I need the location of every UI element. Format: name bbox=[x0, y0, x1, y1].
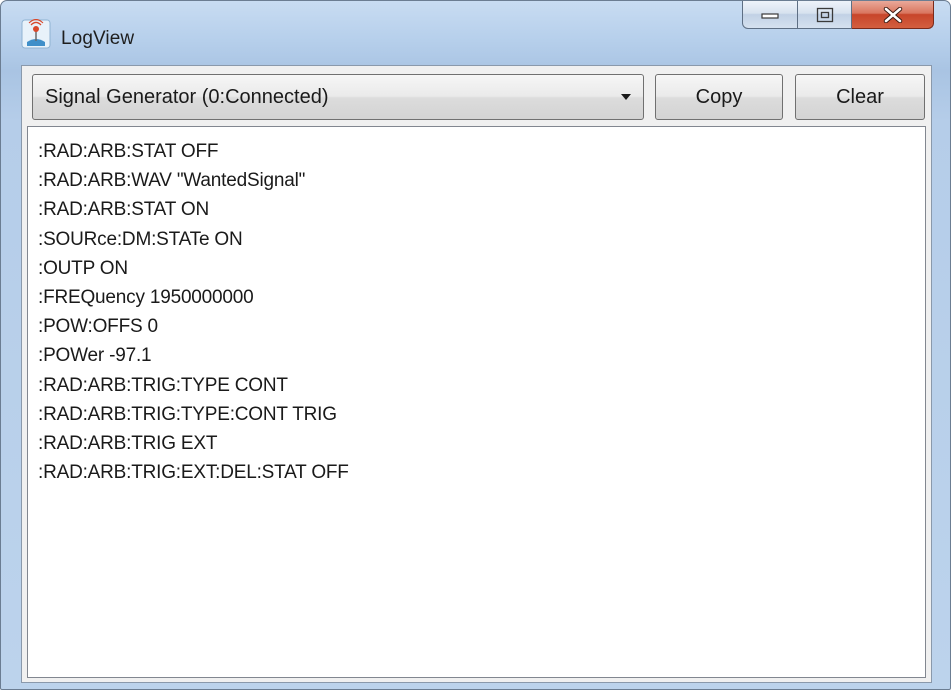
logview-window: LogView Signal Generator (0:Connected) C… bbox=[0, 0, 951, 690]
caption-buttons bbox=[742, 1, 934, 35]
device-select-value: Signal Generator (0:Connected) bbox=[45, 86, 329, 108]
copy-button[interactable]: Copy bbox=[655, 74, 783, 120]
dropdown-arrow-icon bbox=[621, 94, 631, 100]
window-title: LogView bbox=[61, 28, 135, 49]
title-bar[interactable]: LogView bbox=[1, 1, 950, 59]
minimize-icon bbox=[761, 12, 779, 19]
log-line: :RAD:ARB:TRIG:TYPE CONT bbox=[38, 374, 288, 396]
client-area: Signal Generator (0:Connected) Copy Clea… bbox=[21, 65, 932, 683]
log-textbox[interactable]: :RAD:ARB:STAT OFF :RAD:ARB:WAV "WantedSi… bbox=[27, 126, 926, 678]
log-line: :RAD:ARB:TRIG:EXT:DEL:STAT OFF bbox=[38, 462, 349, 484]
close-button[interactable] bbox=[852, 1, 934, 29]
toolbar: Signal Generator (0:Connected) Copy Clea… bbox=[32, 74, 925, 120]
log-line: :OUTP ON bbox=[38, 257, 128, 279]
close-icon bbox=[883, 6, 902, 23]
minimize-button[interactable] bbox=[742, 1, 798, 29]
antenna-icon bbox=[21, 19, 51, 49]
log-line: :RAD:ARB:WAV "WantedSignal" bbox=[38, 170, 306, 192]
clear-button[interactable]: Clear bbox=[795, 74, 925, 120]
log-line: :SOURce:DM:STATe ON bbox=[38, 228, 243, 250]
log-line: :RAD:ARB:STAT ON bbox=[38, 199, 209, 221]
log-line: :RAD:ARB:TRIG:TYPE:CONT TRIG bbox=[38, 403, 337, 425]
maximize-button[interactable] bbox=[798, 1, 852, 29]
log-line: :POWer -97.1 bbox=[38, 345, 152, 367]
maximize-icon bbox=[816, 7, 833, 22]
device-select[interactable]: Signal Generator (0:Connected) bbox=[32, 74, 644, 120]
log-line: :FREQuency 1950000000 bbox=[38, 287, 254, 309]
log-line: :RAD:ARB:TRIG EXT bbox=[38, 433, 218, 455]
log-line: :POW:OFFS 0 bbox=[38, 316, 158, 338]
log-line: :RAD:ARB:STAT OFF bbox=[38, 141, 219, 162]
